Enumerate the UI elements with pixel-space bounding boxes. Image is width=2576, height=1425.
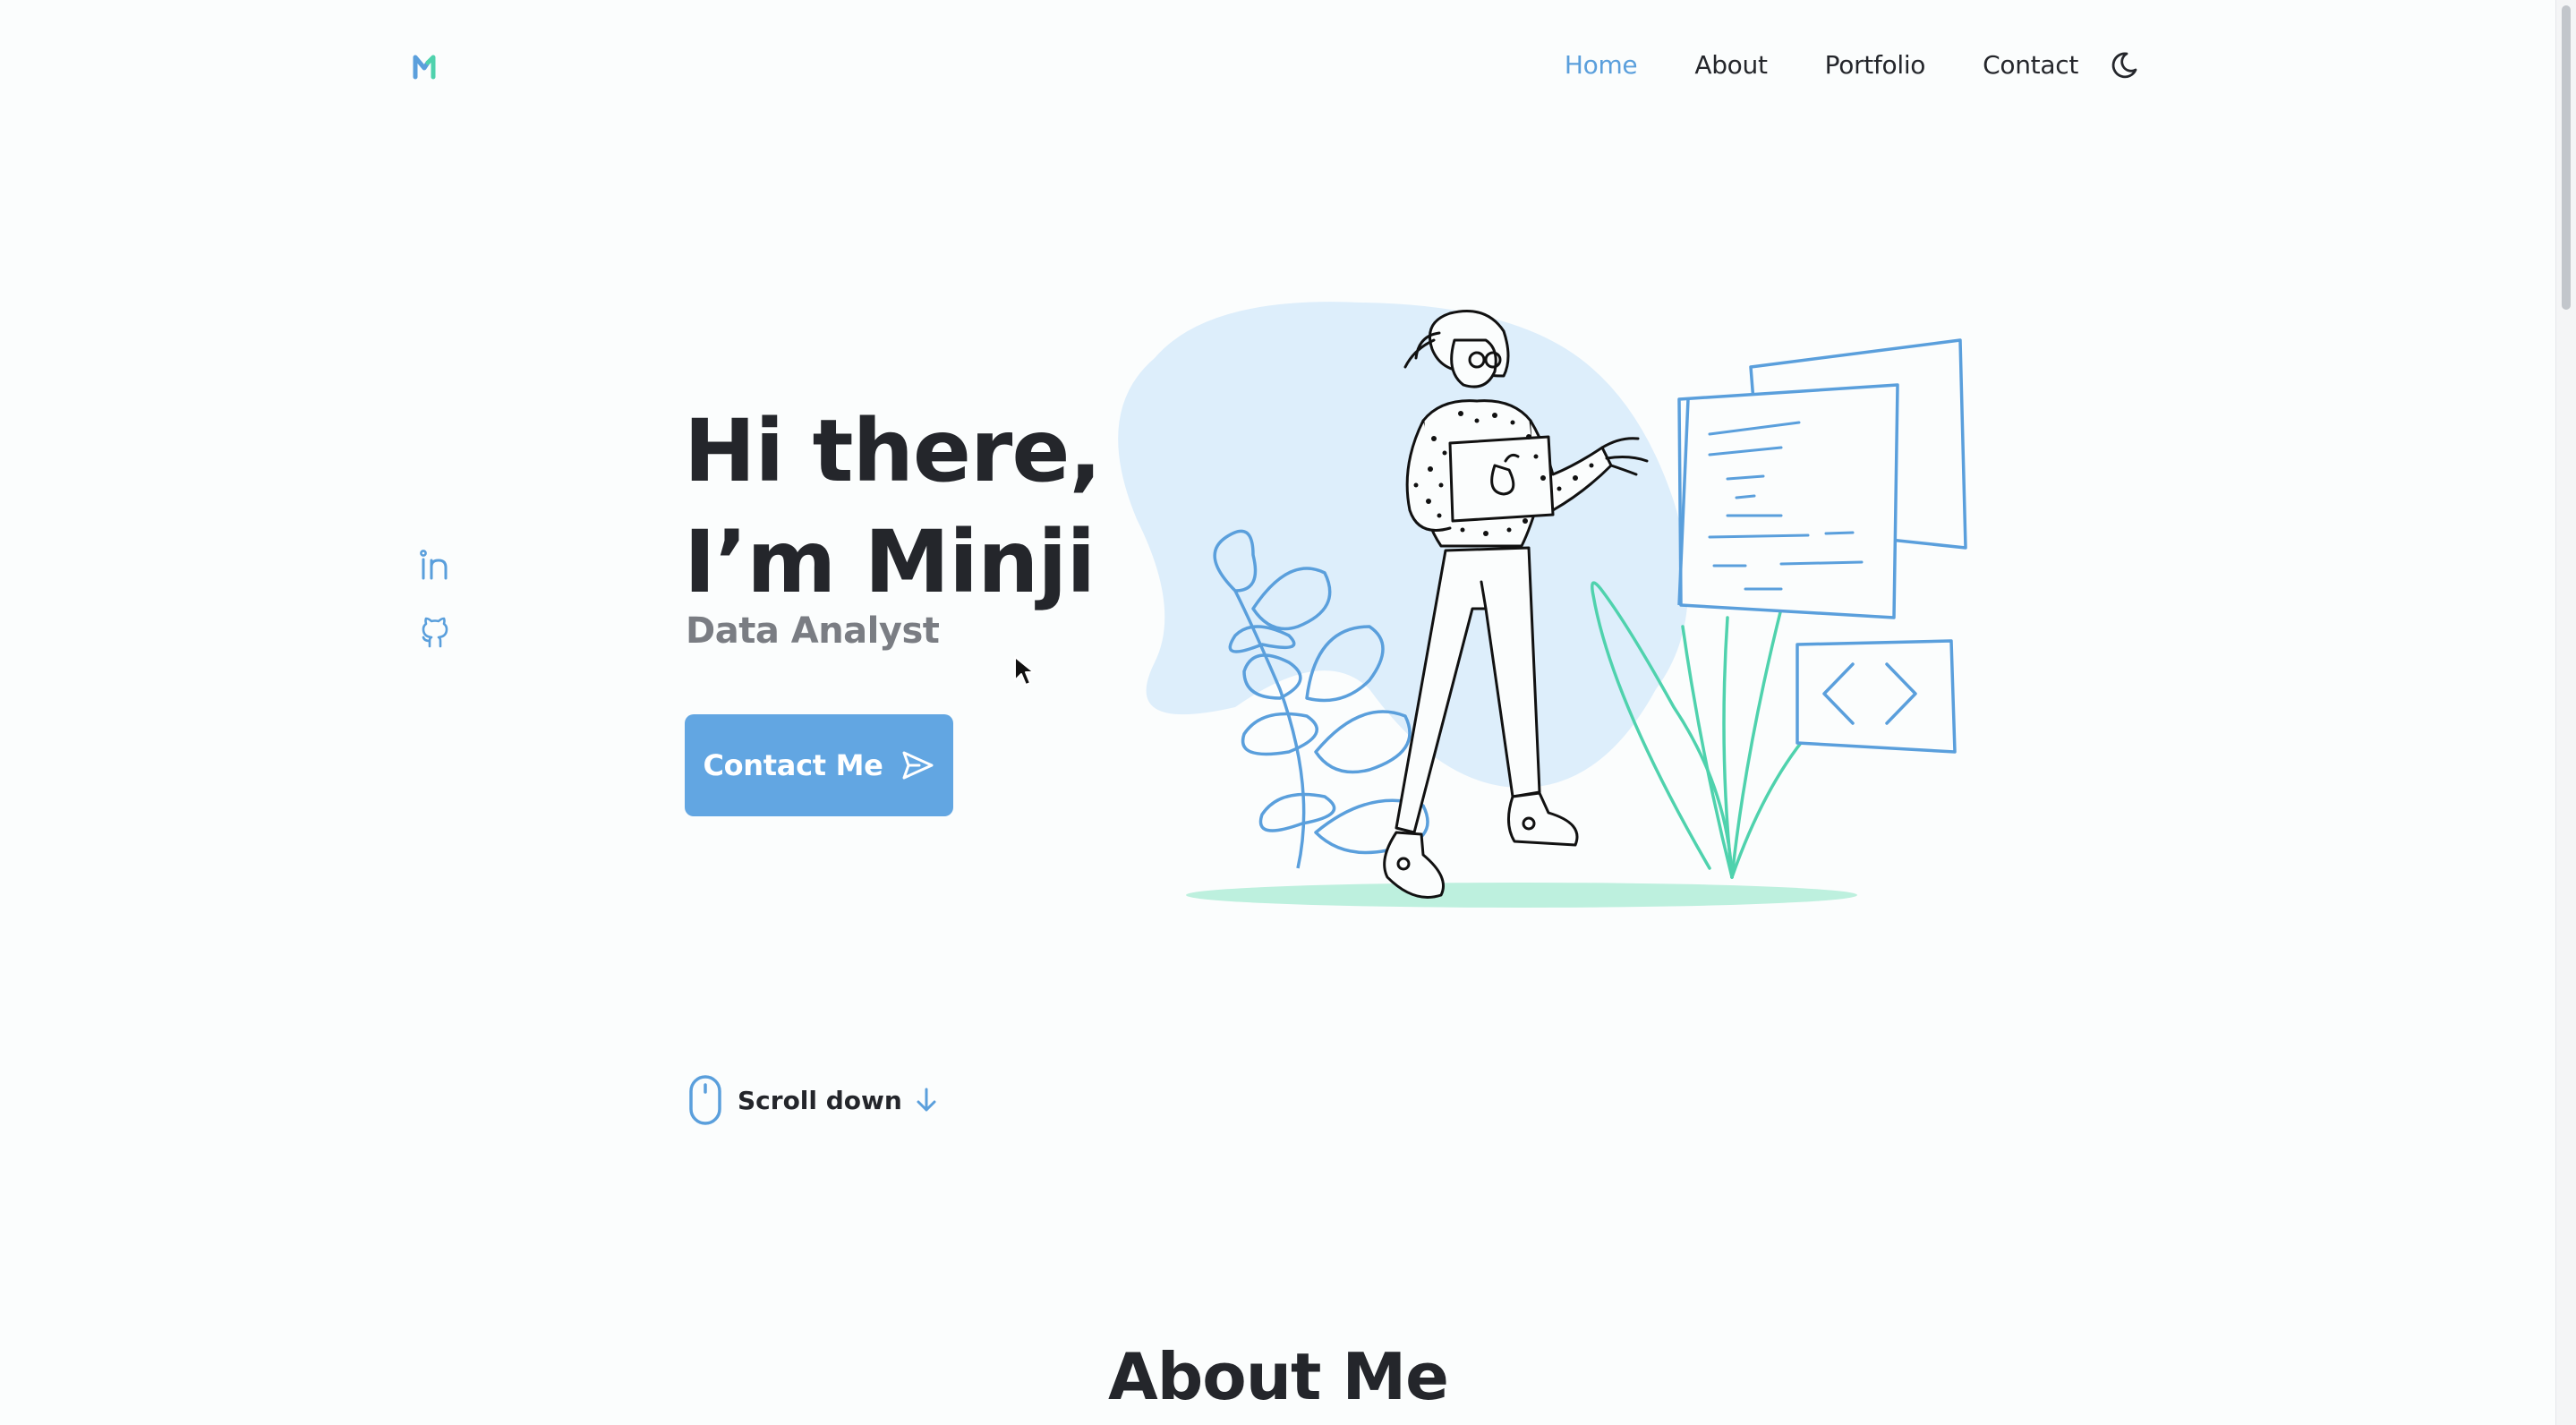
- arrow-down-icon: [917, 1088, 936, 1112]
- hero-illustration: [1118, 302, 1967, 908]
- code-brackets-card: [1796, 639, 1957, 754]
- nav-portfolio[interactable]: Portfolio: [1825, 50, 1926, 80]
- github-icon[interactable]: [417, 614, 453, 650]
- hero-subtitle: Data Analyst: [686, 610, 940, 652]
- nav-about[interactable]: About: [1694, 50, 1768, 80]
- nav-home[interactable]: Home: [1565, 50, 1638, 80]
- page-scrollbar[interactable]: [2555, 0, 2576, 1425]
- mouse-icon: [689, 1075, 721, 1125]
- logo-icon[interactable]: [412, 50, 444, 82]
- scrollbar-thumb[interactable]: [2562, 5, 2571, 310]
- main-nav: Home About Portfolio Contact: [1565, 47, 2146, 82]
- social-links: [417, 548, 453, 650]
- nav-contact[interactable]: Contact: [1983, 50, 2078, 80]
- contact-me-label: Contact Me: [703, 748, 883, 782]
- hero-title: Hi there, I’m Minji: [684, 396, 1102, 618]
- code-panels: [1677, 338, 1967, 619]
- mouse-cursor-icon: [1014, 656, 1035, 686]
- hero-title-line2: I’m Minji: [684, 512, 1096, 612]
- linkedin-icon[interactable]: [417, 548, 453, 584]
- scroll-down-link[interactable]: Scroll down: [687, 1074, 938, 1126]
- send-icon: [902, 751, 934, 780]
- about-heading: About Me: [1108, 1339, 1449, 1414]
- ground-shadow: [1186, 883, 1857, 908]
- hero-title-line1: Hi there,: [684, 401, 1102, 501]
- page-viewport: Home About Portfolio Contact Hi there, I…: [0, 0, 2576, 1425]
- moon-icon[interactable]: [2111, 47, 2146, 82]
- contact-me-button[interactable]: Contact Me: [685, 714, 953, 816]
- scroll-down-label: Scroll down: [738, 1085, 902, 1115]
